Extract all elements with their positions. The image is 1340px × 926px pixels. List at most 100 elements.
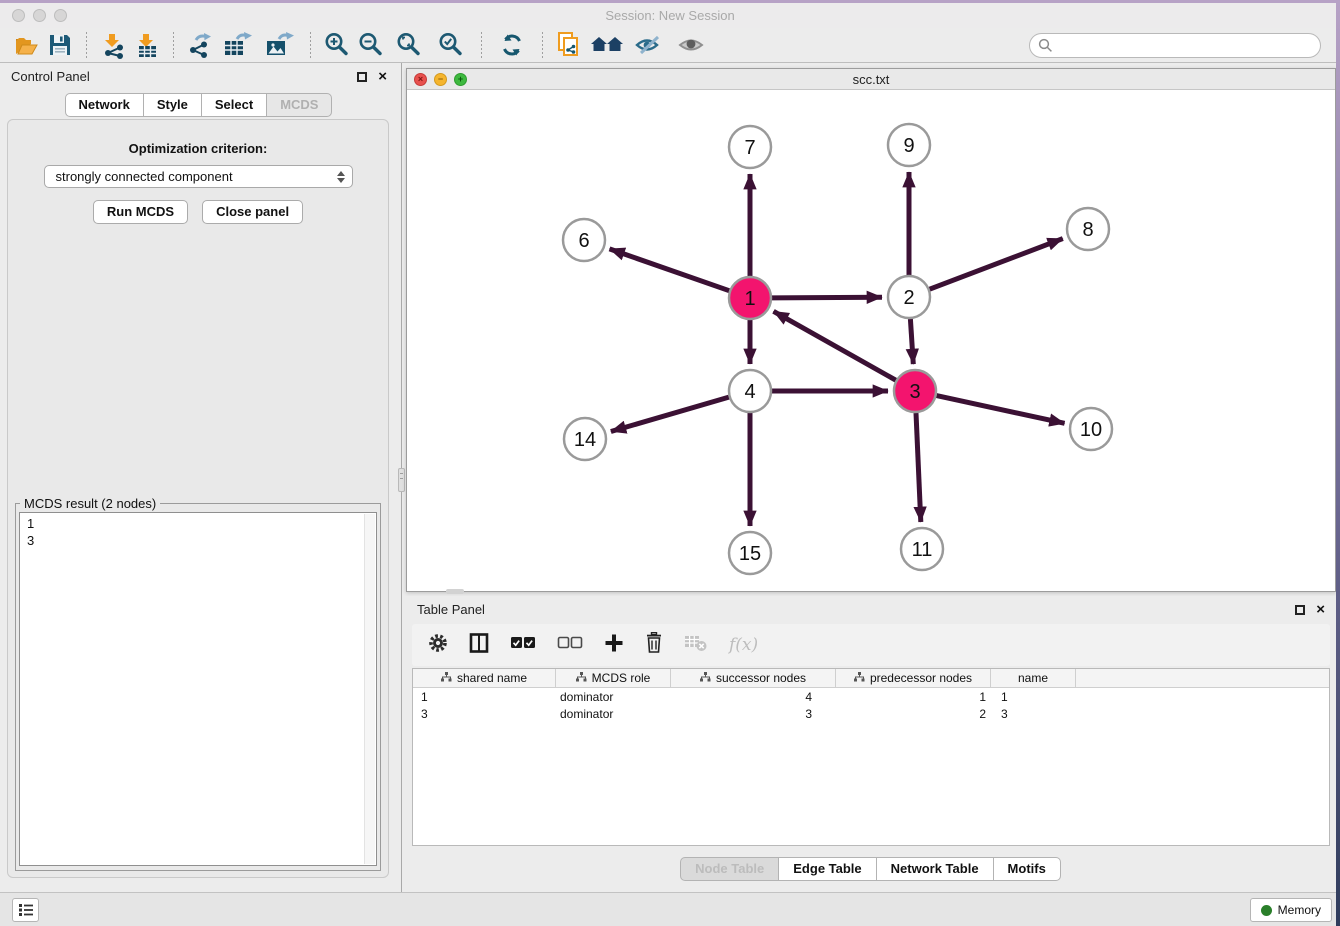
cell[interactable]: 1	[413, 690, 556, 704]
network-canvas[interactable]: 7 9 6 8 1 2 4 3 14 10 15 11	[407, 90, 1335, 591]
cell[interactable]: 1	[836, 690, 991, 704]
column-header-shared-name[interactable]: shared name	[413, 669, 556, 687]
import-network-icon[interactable]	[98, 30, 128, 60]
horizontal-splitter-grip[interactable]	[446, 589, 464, 594]
hide-selected-icon[interactable]	[630, 30, 668, 60]
table-row[interactable]: 1dominator411	[413, 689, 1329, 705]
cell[interactable]: 2	[836, 707, 991, 721]
network-graph[interactable]: 7 9 6 8 1 2 4 3 14 10 15 11	[407, 90, 1335, 591]
edge-1-6[interactable]	[610, 249, 730, 291]
refresh-icon[interactable]	[493, 30, 531, 60]
table-options-gear-icon[interactable]	[428, 633, 448, 658]
tab-select[interactable]: Select	[201, 93, 267, 117]
float-window-icon[interactable]	[357, 72, 367, 82]
node-15[interactable]: 15	[729, 532, 771, 574]
svg-text:7: 7	[744, 137, 755, 159]
show-panels-button[interactable]	[12, 898, 39, 922]
tab-node-table[interactable]: Node Table	[680, 857, 779, 881]
zoom-in-icon[interactable]	[322, 30, 352, 60]
result-scrollbar[interactable]	[364, 514, 375, 864]
node-3[interactable]: 3	[894, 370, 936, 412]
zoom-selected-icon[interactable]	[432, 30, 470, 60]
optimization-dropdown-value: strongly connected component	[56, 169, 337, 184]
cell[interactable]: 1	[991, 690, 1076, 704]
delete-columns-icon[interactable]	[645, 632, 663, 658]
import-table-icon[interactable]	[132, 30, 162, 60]
vertical-splitter[interactable]	[398, 63, 406, 892]
node-11[interactable]: 11	[901, 528, 943, 570]
float-window-icon[interactable]	[1295, 605, 1305, 615]
edge-1-2[interactable]	[772, 297, 882, 298]
select-all-columns-icon[interactable]	[510, 636, 536, 655]
tab-motifs[interactable]: Motifs	[993, 857, 1061, 881]
tab-style[interactable]: Style	[143, 93, 202, 117]
node-10[interactable]: 10	[1070, 408, 1112, 450]
save-session-icon[interactable]	[45, 30, 75, 60]
export-network-icon[interactable]	[185, 30, 215, 60]
run-mcds-button[interactable]: Run MCDS	[93, 200, 188, 224]
node-table[interactable]: shared nameMCDS rolesuccessor nodesprede…	[412, 668, 1330, 846]
cell[interactable]: 3	[991, 707, 1076, 721]
show-columns-icon[interactable]	[469, 633, 489, 658]
node-2[interactable]: 2	[888, 276, 930, 318]
export-image-icon[interactable]	[261, 30, 299, 60]
function-builder-icon[interactable]: f(x)	[729, 635, 758, 655]
edge-4-14[interactable]	[611, 397, 729, 431]
memory-button[interactable]: Memory	[1250, 898, 1332, 922]
network-close-button[interactable]: ×	[414, 73, 427, 86]
clone-network-icon[interactable]	[554, 30, 584, 60]
network-maximize-button[interactable]: +	[454, 73, 467, 86]
cell[interactable]: dominator	[556, 690, 671, 704]
node-7[interactable]: 7	[729, 126, 771, 168]
optimization-dropdown[interactable]: strongly connected component	[44, 165, 353, 188]
tab-network[interactable]: Network	[65, 93, 144, 117]
memory-status-icon	[1261, 905, 1272, 916]
toolbar-separator	[542, 32, 543, 58]
close-panel-icon[interactable]: ×	[1316, 604, 1325, 615]
cell[interactable]: 3	[671, 707, 836, 721]
edge-3-1[interactable]	[774, 311, 896, 380]
edge-2-3[interactable]	[910, 319, 913, 364]
column-header-MCDS-role[interactable]: MCDS role	[556, 669, 671, 687]
tab-mcds[interactable]: MCDS	[266, 93, 332, 117]
delete-table-icon[interactable]	[684, 634, 708, 657]
node-8[interactable]: 8	[1067, 208, 1109, 250]
close-panel-icon[interactable]: ×	[378, 71, 387, 82]
tab-network-table[interactable]: Network Table	[876, 857, 994, 881]
cell[interactable]: 4	[671, 690, 836, 704]
desktop-edge-top	[0, 0, 1340, 3]
app-titlebar: Session: New Session	[0, 3, 1340, 28]
network-minimize-button[interactable]: −	[434, 73, 447, 86]
close-panel-button[interactable]: Close panel	[202, 200, 303, 224]
edge-2-8[interactable]	[930, 239, 1063, 290]
toolbar-separator	[173, 32, 174, 58]
cell[interactable]: 3	[413, 707, 556, 721]
cell[interactable]: dominator	[556, 707, 671, 721]
node-6[interactable]: 6	[563, 219, 605, 261]
edge-3-10[interactable]	[937, 396, 1065, 424]
splitter-grip[interactable]	[398, 468, 405, 492]
mcds-result-text[interactable]: 1 3	[19, 512, 377, 866]
zoom-fit-icon[interactable]	[390, 30, 428, 60]
show-all-icon[interactable]	[672, 30, 710, 60]
first-neighbors-icon[interactable]	[588, 30, 626, 60]
add-column-icon[interactable]	[604, 633, 624, 658]
column-header-name[interactable]: name	[991, 669, 1076, 687]
export-table-icon[interactable]	[219, 30, 257, 60]
node-1[interactable]: 1	[729, 277, 771, 319]
tab-edge-table[interactable]: Edge Table	[778, 857, 876, 881]
node-9[interactable]: 9	[888, 124, 930, 166]
edge-3-11[interactable]	[916, 413, 921, 522]
table-row[interactable]: 3dominator323	[413, 706, 1329, 722]
hierarchy-icon	[700, 671, 711, 685]
column-header-successor-nodes[interactable]: successor nodes	[671, 669, 836, 687]
unselect-all-columns-icon[interactable]	[557, 636, 583, 655]
hierarchy-icon	[441, 671, 452, 685]
node-4[interactable]: 4	[729, 370, 771, 412]
zoom-out-icon[interactable]	[356, 30, 386, 60]
column-header-predecessor-nodes[interactable]: predecessor nodes	[836, 669, 991, 687]
open-file-icon[interactable]	[11, 30, 41, 60]
network-window-title: scc.txt	[407, 72, 1335, 87]
search-input[interactable]	[1029, 33, 1321, 58]
node-14[interactable]: 14	[564, 418, 606, 460]
